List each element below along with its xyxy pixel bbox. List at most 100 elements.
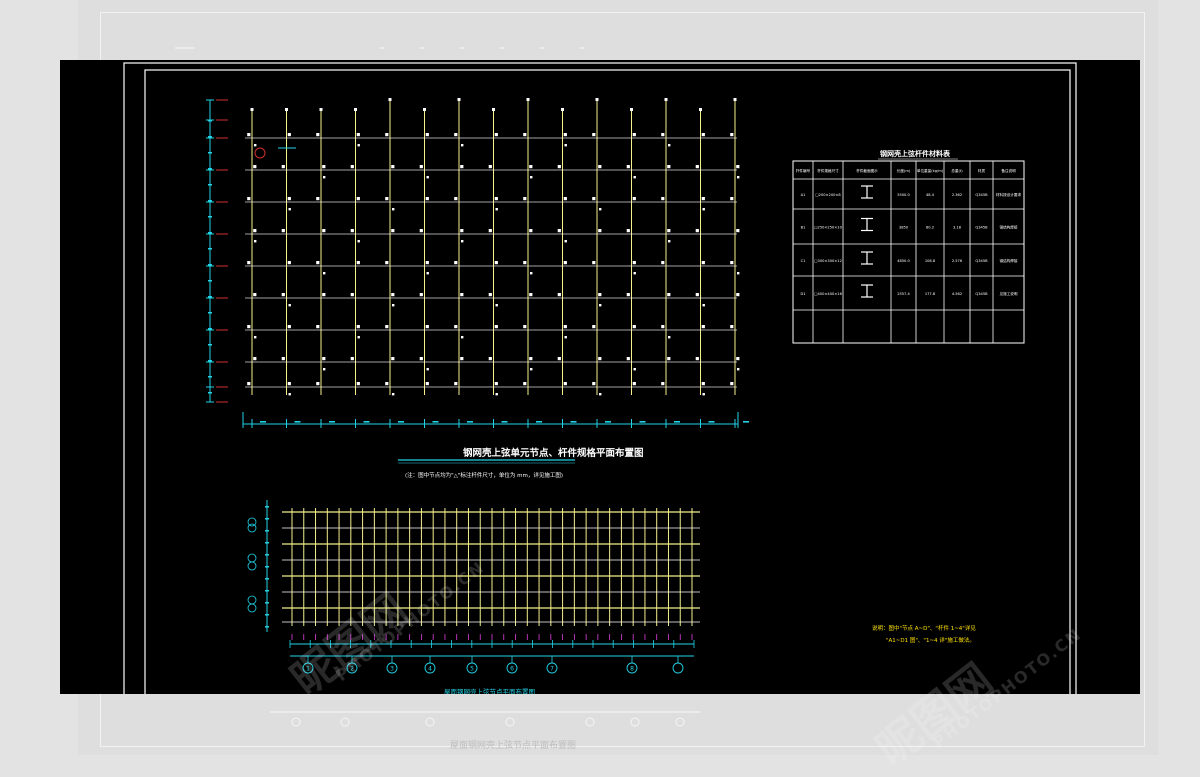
plan1-left-dim-text [208, 312, 212, 314]
plan1-node-marker [529, 165, 533, 169]
plan1-column-head [733, 98, 737, 101]
plan1-node-small [530, 368, 533, 371]
plan1-node-marker [730, 382, 734, 386]
table-cell: □300×300×12 [814, 259, 842, 263]
plan1-node-small [288, 208, 291, 211]
general-note-line2: "A1~D1 图"、"1~4 详"施工做法。 [886, 636, 975, 644]
plan1-node-small [288, 393, 291, 396]
plan1-node-marker [391, 357, 395, 361]
plan1-node-marker [494, 382, 498, 386]
plan2-left-dim-text [265, 578, 269, 580]
plan1-node-marker [730, 325, 734, 329]
plan1-node-marker [247, 382, 251, 386]
plan1-node-marker [253, 293, 257, 297]
table-cell: 2.576 [952, 259, 963, 263]
plan1-column-head [354, 108, 357, 111]
plan1-column-head [388, 98, 392, 101]
plan1-node-marker [356, 382, 360, 386]
plan2-axis-bubble [247, 523, 257, 533]
plan1-node-marker [287, 133, 291, 137]
plan1-bottom-dim-text [363, 421, 370, 423]
table-cell: 108.8 [925, 259, 936, 263]
plan1-bottom-dim-text [398, 421, 404, 423]
table-cell: 3.18 [953, 226, 962, 230]
table-cell: □200×200×8 [815, 193, 841, 197]
cad-drawing-canvas: 钢网壳上弦单元节点、杆件规格平面布置图 (注：图中节点均为"△"标注杆件尺寸，单… [123, 62, 1077, 694]
plan1-node-marker [322, 293, 326, 297]
plan1-node-marker [460, 229, 464, 233]
plan1-node-small [426, 176, 429, 179]
plan1-node-marker [281, 357, 285, 361]
plan1-node-marker [592, 261, 596, 265]
plan1-node-marker [598, 229, 602, 233]
table-cell: Q345B [975, 292, 988, 296]
plan1-left-dim-text [208, 296, 212, 298]
table-cell: C1 [801, 259, 806, 263]
plan1-node-marker [385, 325, 389, 329]
plan1-bottom-dim-text [501, 421, 508, 423]
plan2-grid: 1 2 3 4 5 6 7 8 [247, 500, 700, 674]
plan1-node-marker [661, 197, 665, 201]
plan2-left-dim-text [265, 530, 269, 532]
plan1-title: 钢网壳上弦单元节点、杆件规格平面布置图 [463, 447, 644, 459]
plan2-axis-circle [672, 662, 684, 674]
plan1-bottom-dim-text [260, 421, 266, 423]
plan1-node-small [737, 176, 740, 179]
plan1-node-marker [460, 165, 464, 169]
plan1-node-marker [523, 261, 527, 265]
table-border [792, 160, 1025, 344]
plan1-column-head [285, 108, 288, 111]
plan1-node-marker [454, 325, 458, 329]
plan2-axis-bubble [247, 595, 257, 605]
plan1-node-marker [523, 382, 527, 386]
plan1-node-small [254, 336, 257, 339]
plan1-node-marker [563, 133, 567, 137]
plan1-node-marker [385, 197, 389, 201]
table-header-cell: 总重(t) [951, 168, 963, 173]
plan1-node-marker [287, 261, 291, 265]
plan1-node-marker [391, 165, 395, 169]
plan1-node-small [530, 272, 533, 275]
plan1-node-marker [661, 382, 665, 386]
plan1-bottom-dim-text [605, 421, 611, 423]
sheet-inner-border [144, 69, 1071, 694]
plan2-axis-label: 1 [306, 666, 310, 673]
plan1-node-marker [730, 261, 734, 265]
table-cell: 2557.4 [897, 292, 910, 296]
plan1-node-small [564, 144, 567, 147]
plan1-node-marker [701, 261, 705, 265]
plan1-node-marker [287, 197, 291, 201]
plan1-column-head [250, 108, 254, 111]
plan1-column-head [664, 98, 668, 101]
plan1-node-marker [529, 357, 533, 361]
plan1-node-marker [632, 261, 636, 265]
plan1-grid [206, 98, 749, 428]
plan1-node-marker [695, 229, 699, 233]
plan2-left-dim-text [265, 590, 269, 592]
plan1-node-small [254, 240, 257, 243]
plan1-node-marker [632, 133, 636, 137]
plan1-node-small [461, 240, 464, 243]
plan1-node-marker [563, 382, 567, 386]
plan1-column-head [457, 98, 461, 101]
plan2-axis-label: 5 [470, 666, 474, 673]
plan1-node-marker [736, 229, 740, 233]
plan1-node-marker [632, 197, 636, 201]
plan1-node-marker [454, 133, 458, 137]
plan1-node-marker [557, 229, 561, 233]
plan1-node-marker [322, 229, 326, 233]
plan1-node-small [392, 304, 395, 307]
plan1-node-small [495, 208, 498, 211]
plan1-node-small [702, 393, 705, 396]
plan1-left-dim-text [208, 232, 212, 234]
plan1-bottom-dim-text [708, 421, 715, 423]
table-header-cell: 材质 [978, 168, 986, 173]
plan1-node-marker [598, 165, 602, 169]
plan1-left-dim-text [208, 184, 212, 186]
plan1-node-small [288, 304, 291, 307]
plan2-axis-bubble [247, 603, 257, 613]
plan1-node-small [254, 144, 257, 147]
cad-drawing-viewport[interactable]: 钢网壳上弦单元节点、杆件规格平面布置图 (注：图中节点均为"△"标注杆件尺寸，单… [60, 60, 1140, 694]
plan1-left-dim-text [208, 280, 212, 282]
plan1-node-marker [557, 357, 561, 361]
